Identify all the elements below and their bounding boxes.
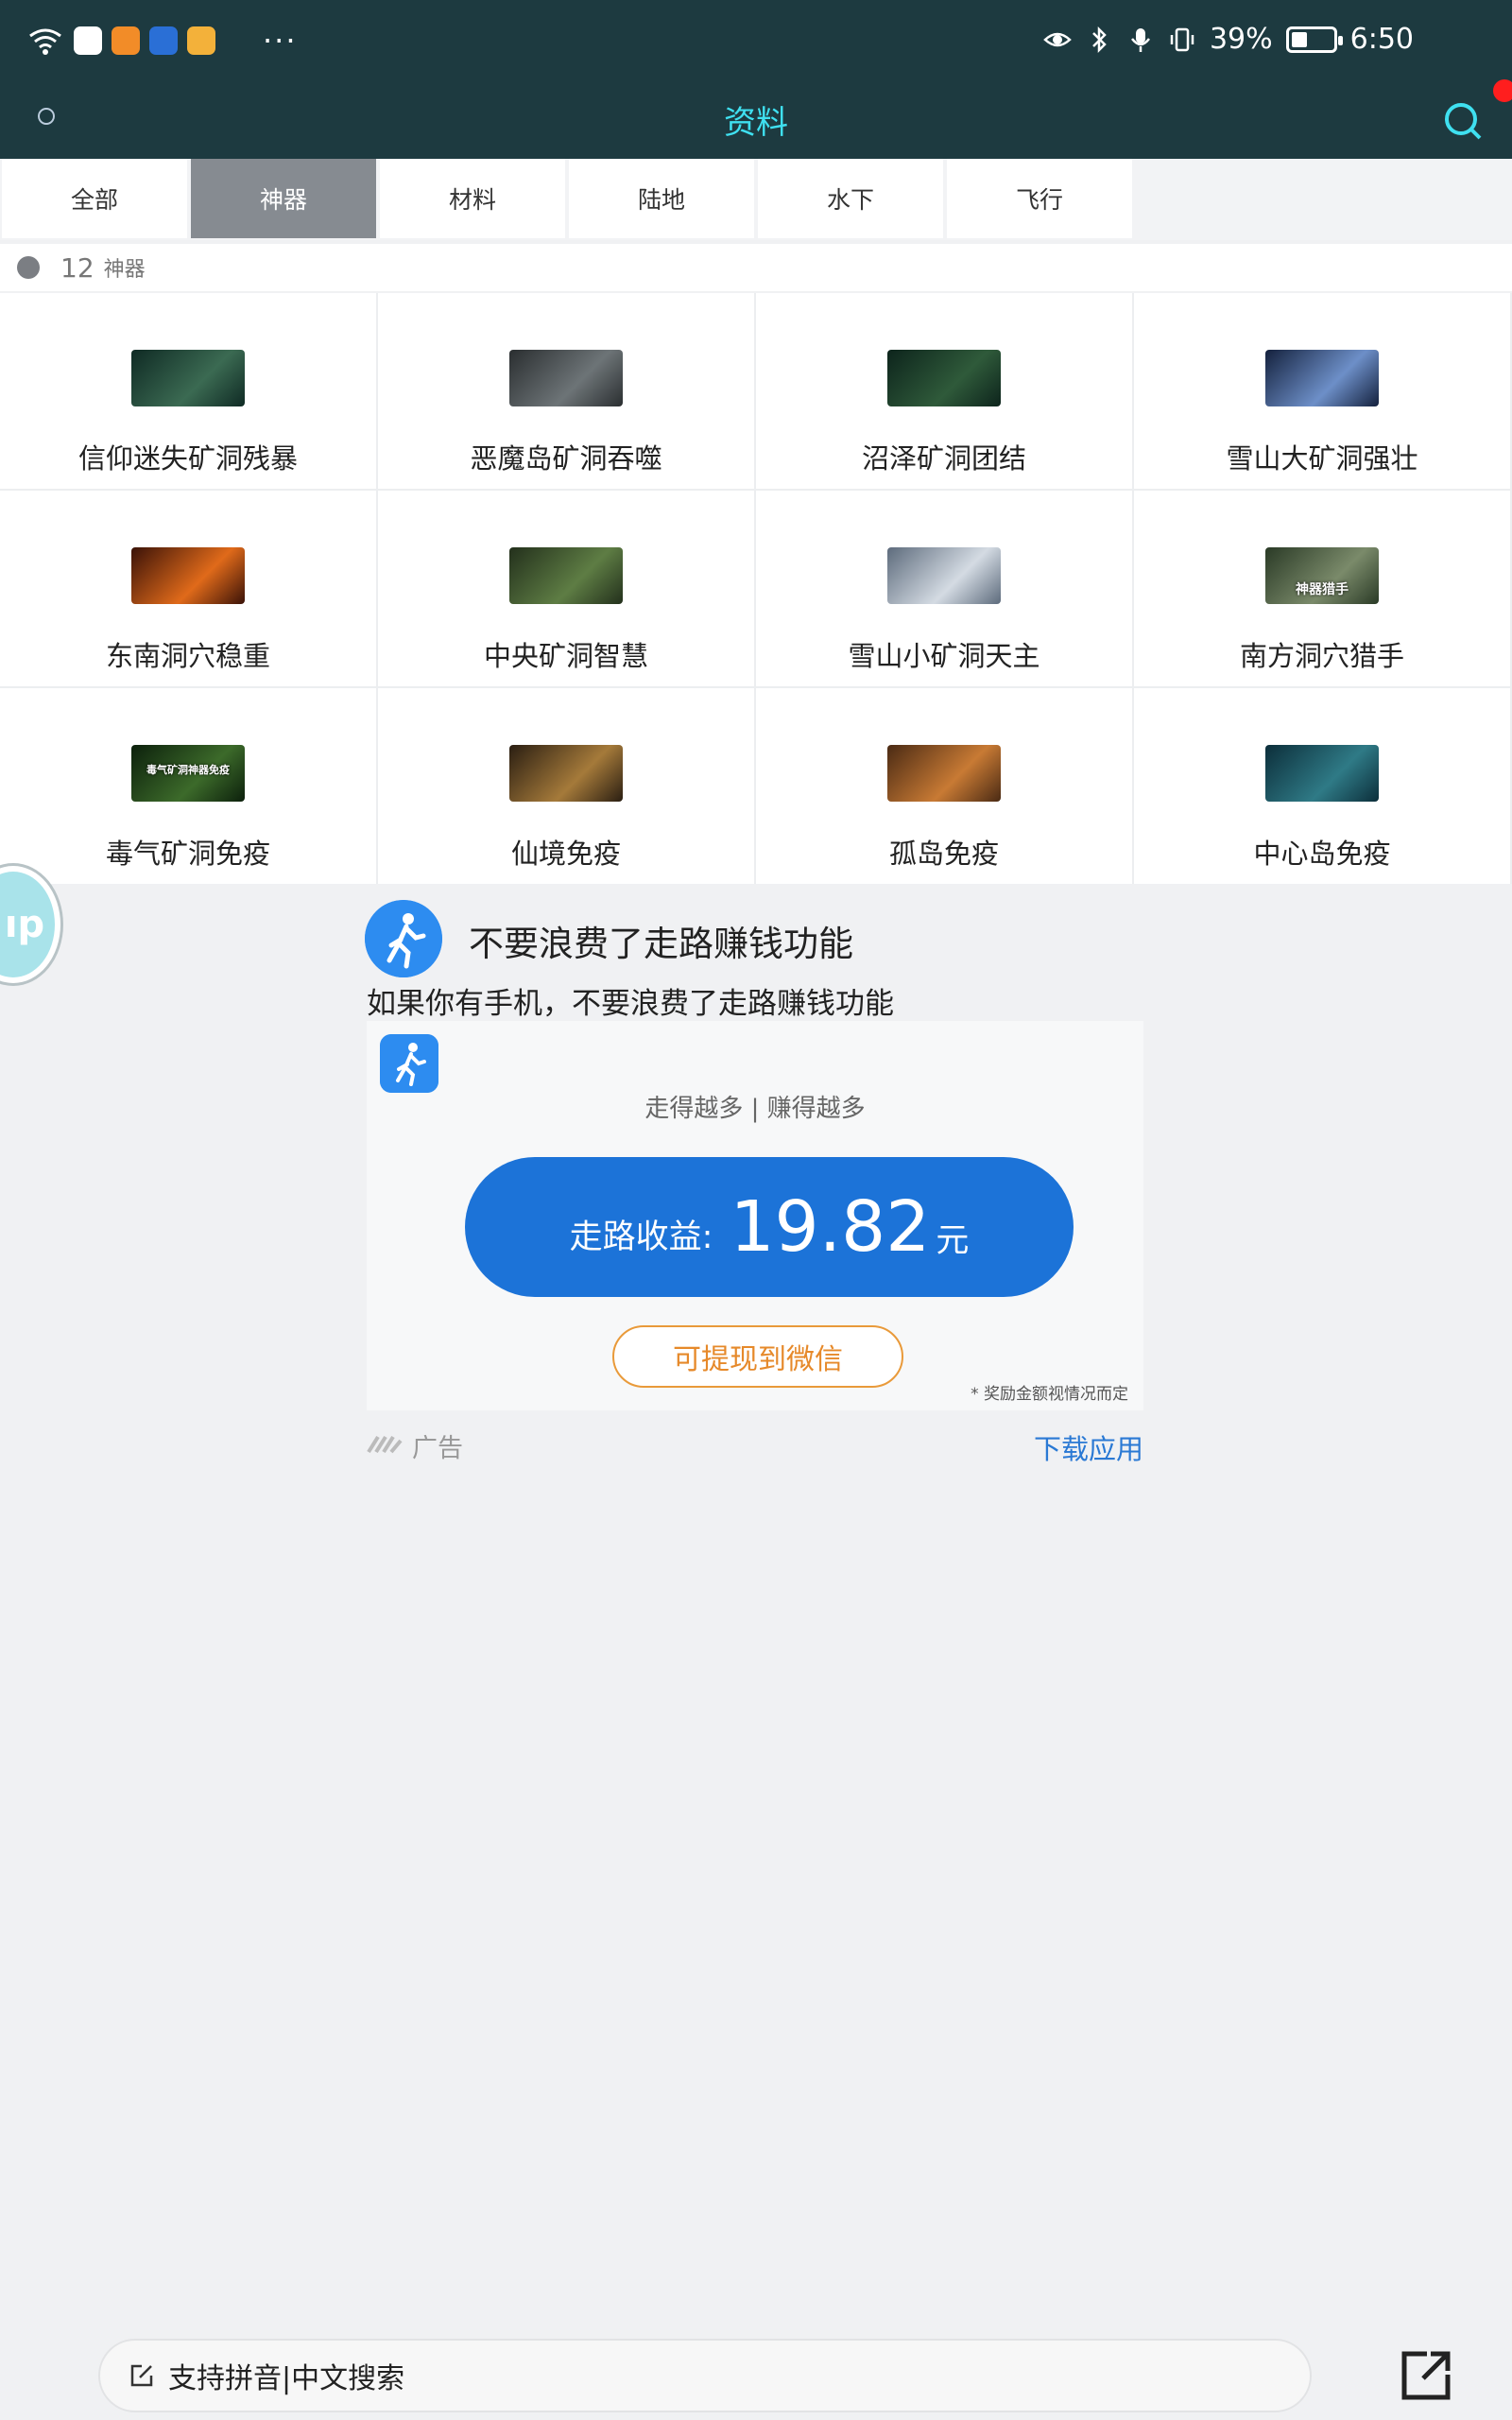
status-bar-right: 39% 6:50	[1043, 23, 1414, 56]
battery-icon	[1285, 26, 1343, 53]
battery-fill	[1291, 31, 1307, 47]
grid-item[interactable]: 中央矿洞智慧	[378, 491, 754, 686]
grid-item[interactable]: 神器猎手南方洞穴猎手	[1134, 491, 1510, 686]
ad-label: 广告	[412, 1434, 463, 1463]
edit-icon	[130, 2364, 153, 2387]
share-icon[interactable]	[1399, 2348, 1453, 2403]
microphone-icon	[1130, 27, 1150, 52]
grid-item[interactable]: 东南洞穴稳重	[0, 491, 376, 686]
thumbnail-caption: 神器猎手	[1296, 582, 1349, 597]
bluetooth-icon	[1092, 26, 1107, 53]
tab-flying[interactable]: 飞行	[947, 159, 1132, 238]
ad-slogan: 走得越多 | 赚得越多	[644, 1095, 866, 1123]
category-tabs: 全部 神器 材料 陆地 水下 飞行	[0, 159, 1512, 240]
vibrate-icon	[1170, 27, 1194, 51]
item-label: 恶魔岛矿洞吞噬	[470, 442, 662, 475]
walking-app-icon	[380, 1034, 438, 1093]
note-app-icon	[187, 26, 215, 55]
item-label: 毒气矿洞免疫	[105, 838, 270, 870]
search-button[interactable]	[1440, 95, 1489, 144]
ad-title: 不要浪费了走路赚钱功能	[469, 924, 853, 964]
walking-person-icon	[365, 900, 442, 977]
download-app-link[interactable]: 下载应用	[1034, 1427, 1143, 1467]
earnings-amount: 19.82	[730, 1186, 931, 1268]
status-bar-left: ···	[26, 23, 298, 59]
item-thumbnail	[131, 547, 245, 604]
tab-all[interactable]: 全部	[2, 159, 187, 238]
grid-item[interactable]: 中心岛免疫	[1134, 688, 1510, 884]
ad-footer: 广告 下载应用	[365, 1424, 1143, 1465]
item-label: 雪山小矿洞天主	[848, 640, 1040, 672]
wifi-icon	[29, 28, 61, 55]
ad-header: 不要浪费了走路赚钱功能	[365, 898, 1143, 977]
video-app-icon	[112, 26, 140, 55]
notification-badge	[1493, 79, 1512, 102]
title-bar: 资料	[0, 79, 1512, 159]
item-label: 孤岛免疫	[888, 838, 999, 870]
app-notification-icon	[74, 26, 102, 55]
search-placeholder: 支持拼音|中文搜索	[168, 2362, 405, 2395]
bottom-bar: 支持拼音|中文搜索	[0, 2331, 1512, 2420]
item-thumbnail	[887, 547, 1001, 604]
tab-materials[interactable]: 材料	[380, 159, 565, 238]
grid-item[interactable]: 仙境免疫	[378, 688, 754, 884]
page-title: 资料	[724, 104, 788, 142]
item-label: 中央矿洞智慧	[483, 640, 648, 672]
item-thumbnail: 毒气矿洞神器免疫	[131, 745, 245, 802]
eye-icon	[1043, 32, 1072, 46]
item-count: 12	[60, 251, 94, 284]
grid-item[interactable]: 雪山小矿洞天主	[756, 491, 1132, 686]
grid-item[interactable]: 毒气矿洞神器免疫毒气矿洞免疫	[0, 688, 376, 884]
grid-item[interactable]: 雪山大矿洞强壮	[1134, 293, 1510, 489]
tab-artifacts[interactable]: 神器	[191, 159, 376, 238]
item-label: 南方洞穴猎手	[1239, 640, 1404, 672]
item-thumbnail	[509, 350, 623, 406]
earnings-label: 走路收益:	[569, 1218, 713, 1256]
item-label: 信仰迷失矿洞残暴	[77, 442, 298, 475]
count-indicator-icon	[17, 256, 40, 279]
item-label: 雪山大矿洞强壮	[1226, 442, 1418, 475]
item-thumbnail: 神器猎手	[1265, 547, 1379, 604]
item-thumbnail	[887, 350, 1001, 406]
withdraw-button[interactable]: 可提现到微信	[612, 1325, 903, 1388]
thumbnail-caption: 毒气矿洞神器免疫	[146, 764, 230, 776]
item-thumbnail	[509, 745, 623, 802]
status-bar: ··· 39% 6:50	[0, 0, 1512, 85]
item-label: 沼泽矿洞团结	[861, 442, 1026, 475]
clock: 6:50	[1349, 23, 1414, 56]
item-label: 仙境免疫	[510, 838, 621, 870]
ad-creative[interactable]: 走得越多 | 赚得越多 走路收益: 19.82 元 可提现到微信 * 奖励金额视…	[367, 1021, 1143, 1410]
tab-land[interactable]: 陆地	[569, 159, 754, 238]
list-count-row: 12 神器	[0, 244, 1512, 291]
tab-underwater[interactable]: 水下	[758, 159, 943, 238]
grid-item[interactable]: 恶魔岛矿洞吞噬	[378, 293, 754, 489]
earnings-unit: 元	[936, 1221, 970, 1260]
bulb-app-icon	[149, 26, 178, 55]
grid-item[interactable]: 孤岛免疫	[756, 688, 1132, 884]
item-thumbnail	[887, 745, 1001, 802]
item-count-label: 神器	[103, 258, 146, 282]
grid-item[interactable]: 沼泽矿洞团结	[756, 293, 1132, 489]
search-input[interactable]: 支持拼音|中文搜索	[98, 2339, 1312, 2412]
artifact-grid: 信仰迷失矿洞残暴 恶魔岛矿洞吞噬 沼泽矿洞团结 雪山大矿洞强壮 东南洞穴稳重 中…	[0, 293, 1512, 884]
ad-disclaimer: * 奖励金额视情况而定	[971, 1385, 1128, 1404]
battery-percent: 39%	[1209, 23, 1273, 56]
earnings-button[interactable]: 走路收益: 19.82 元	[465, 1157, 1074, 1297]
item-thumbnail	[131, 350, 245, 406]
ad-network-logo-icon	[367, 1435, 403, 1454]
more-notifications-icon: ···	[263, 23, 298, 59]
item-label: 中心岛免疫	[1253, 838, 1391, 870]
item-label: 东南洞穴稳重	[105, 640, 270, 672]
ad-description: 如果你有手机，不要浪费了走路赚钱功能	[367, 987, 894, 1021]
item-thumbnail	[509, 547, 623, 604]
item-thumbnail	[1265, 745, 1379, 802]
item-thumbnail	[1265, 350, 1379, 406]
grid-item[interactable]: 信仰迷失矿洞残暴	[0, 293, 376, 489]
